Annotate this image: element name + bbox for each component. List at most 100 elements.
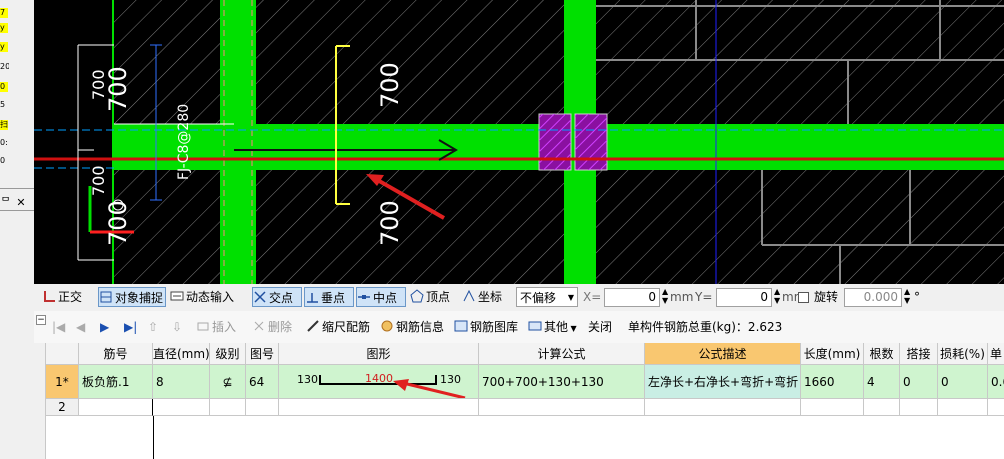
panel-fragment: 20	[0, 62, 9, 71]
row-index[interactable]: 2	[46, 399, 79, 416]
chevron-down-icon: ▼	[567, 293, 574, 302]
column-header[interactable]: 级别	[210, 343, 246, 365]
cell-description[interactable]: 左净长+右净长+弯折+弯折	[645, 365, 801, 399]
column-header[interactable]: 单	[988, 343, 1004, 365]
cell-loss[interactable]: 0	[938, 365, 988, 399]
intersection-label: 交点	[269, 291, 294, 305]
rebar-table: 筋号 直径(mm) 级别 图号 图形 计算公式 公式描述 长度(mm) 根数 搭…	[46, 343, 1004, 459]
cell-lap[interactable]	[900, 399, 938, 416]
cell-grade[interactable]: ⊈	[210, 365, 246, 399]
first-record-icon[interactable]: |◀	[52, 317, 65, 337]
cell-figure-no[interactable]	[246, 399, 279, 416]
cell-grade[interactable]	[210, 399, 246, 416]
pin-icon[interactable]: ᄆ	[1, 197, 13, 209]
column-header[interactable]: 损耗(%)	[938, 343, 988, 365]
rotate-stepper[interactable]: ▲ ▼	[904, 287, 910, 307]
left-side-panel: 7 y y 20 0 5 扫 0: 0 ᄆ ✕	[0, 0, 35, 459]
perpendicular-label: 垂点	[321, 291, 346, 305]
move-down-icon[interactable]: ⇩	[172, 317, 182, 337]
cell-unit-weight[interactable]: 0.6	[988, 365, 1004, 399]
close-icon[interactable]: ✕	[15, 197, 27, 209]
cad-drawing-canvas[interactable]: 700 700 700 700 700 700 FJ-C8@280	[34, 0, 1004, 284]
cell-count[interactable]: 4	[864, 365, 900, 399]
rebar-info-button[interactable]: 钢筋信息	[380, 317, 444, 337]
snap-toolbar: 正交 对象捕捉 动态输入 交点 垂点 中点 顶点 坐标 不偏移 ▼ X= 0 ▲ ▼…	[34, 284, 1004, 312]
cell-name[interactable]: 板负筋.1	[79, 365, 153, 399]
cell-lap[interactable]: 0	[900, 365, 938, 399]
cell-diameter[interactable]: 8	[153, 365, 210, 399]
scale-rebar-button[interactable]: 缩尺配筋	[306, 317, 370, 337]
coordinate-button[interactable]: 坐标	[462, 287, 502, 307]
chevron-down-icon: ▼	[568, 324, 577, 333]
vertex-button[interactable]: 顶点	[410, 287, 450, 307]
grid-line	[153, 416, 154, 459]
close-button[interactable]: 关闭	[588, 317, 612, 337]
cell-length[interactable]	[801, 399, 864, 416]
slab-hatch	[596, 170, 1004, 284]
intersection-icon	[253, 290, 267, 304]
column-header[interactable]: 筋号	[79, 343, 153, 365]
cell-formula[interactable]	[479, 399, 645, 416]
dynamic-input-button[interactable]: 动态输入	[170, 287, 242, 307]
object-snap-button[interactable]: 对象捕捉	[98, 287, 166, 307]
rotate-checkbox[interactable]	[798, 292, 809, 303]
cell-description[interactable]	[645, 399, 801, 416]
midpoint-icon	[357, 290, 371, 304]
other-menu-button[interactable]: 其他 ▼	[528, 317, 577, 337]
offset-select[interactable]: 不偏移 ▼	[516, 287, 578, 307]
last-record-icon[interactable]: ▶|	[124, 317, 137, 337]
cell-name[interactable]	[79, 399, 153, 416]
cell-formula[interactable]: 700+700+130+130	[479, 365, 645, 399]
column-header[interactable]: 图形	[279, 343, 479, 365]
collapse-icon[interactable]: −	[36, 315, 46, 325]
other-icon	[528, 319, 542, 333]
cell-loss[interactable]	[938, 399, 988, 416]
midpoint-button[interactable]: 中点	[356, 287, 406, 307]
vertex-icon	[410, 289, 424, 303]
panel-fragment: y	[0, 42, 8, 52]
cell-count[interactable]	[864, 399, 900, 416]
move-up-icon[interactable]: ⇧	[148, 317, 158, 337]
rebar-library-button[interactable]: 钢筋图库	[454, 317, 518, 337]
delete-label: 删除	[268, 320, 293, 334]
cell-unit-weight[interactable]	[988, 399, 1004, 416]
cell-shape[interactable]: 130 1400 130	[279, 365, 479, 399]
x-input[interactable]: 0	[604, 288, 660, 307]
column-header[interactable]: 根数	[864, 343, 900, 365]
perpendicular-button[interactable]: 垂点	[304, 287, 354, 307]
column-header[interactable]: 搭接	[900, 343, 938, 365]
panel-fragment: 5	[0, 100, 6, 109]
delete-button[interactable]: 删除	[252, 317, 292, 337]
snap-icon	[99, 290, 113, 304]
orthogonal-button[interactable]: 正交	[42, 287, 82, 307]
column-header[interactable]: 直径(mm)	[153, 343, 210, 365]
rebar-library-icon	[454, 319, 468, 333]
offset-select-value: 不偏移	[520, 291, 557, 305]
row-index[interactable]: 1*	[46, 365, 79, 399]
degree-symbol: °	[914, 290, 920, 304]
dynamic-input-label: 动态输入	[186, 290, 235, 304]
column-header[interactable]: 图号	[246, 343, 279, 365]
cell-length[interactable]: 1660	[801, 365, 864, 399]
next-record-icon[interactable]: ▶	[100, 317, 109, 337]
panel-fragment: 0:	[0, 138, 8, 147]
panel-fragment: 0	[0, 82, 8, 92]
cell-diameter[interactable]	[153, 399, 210, 416]
insert-button[interactable]: 插入	[196, 317, 236, 337]
rotate-input[interactable]: 0.000	[844, 288, 902, 307]
panel-divider	[0, 188, 34, 189]
cell-shape[interactable]	[279, 399, 479, 416]
scale-rebar-label: 缩尺配筋	[322, 320, 371, 334]
rebar-info-label: 钢筋信息	[396, 320, 445, 334]
y-stepper[interactable]: ▲ ▼	[774, 287, 780, 307]
x-stepper[interactable]: ▲ ▼	[662, 287, 668, 307]
y-input[interactable]: 0	[716, 288, 772, 307]
cell-figure-no[interactable]: 64	[246, 365, 279, 399]
column-header[interactable]: 计算公式	[479, 343, 645, 365]
dim-label: 700	[89, 165, 108, 196]
rebar-toolbar: − |◀ ◀ ▶ ▶| ⇧ ⇩ 插入 删除 缩尺配筋 钢筋信息 钢筋图库 其他 …	[34, 311, 1004, 344]
column-header[interactable]: 长度(mm)	[801, 343, 864, 365]
column-header[interactable]: 公式描述	[645, 343, 801, 365]
prev-record-icon[interactable]: ◀	[76, 317, 85, 337]
intersection-button[interactable]: 交点	[252, 287, 302, 307]
